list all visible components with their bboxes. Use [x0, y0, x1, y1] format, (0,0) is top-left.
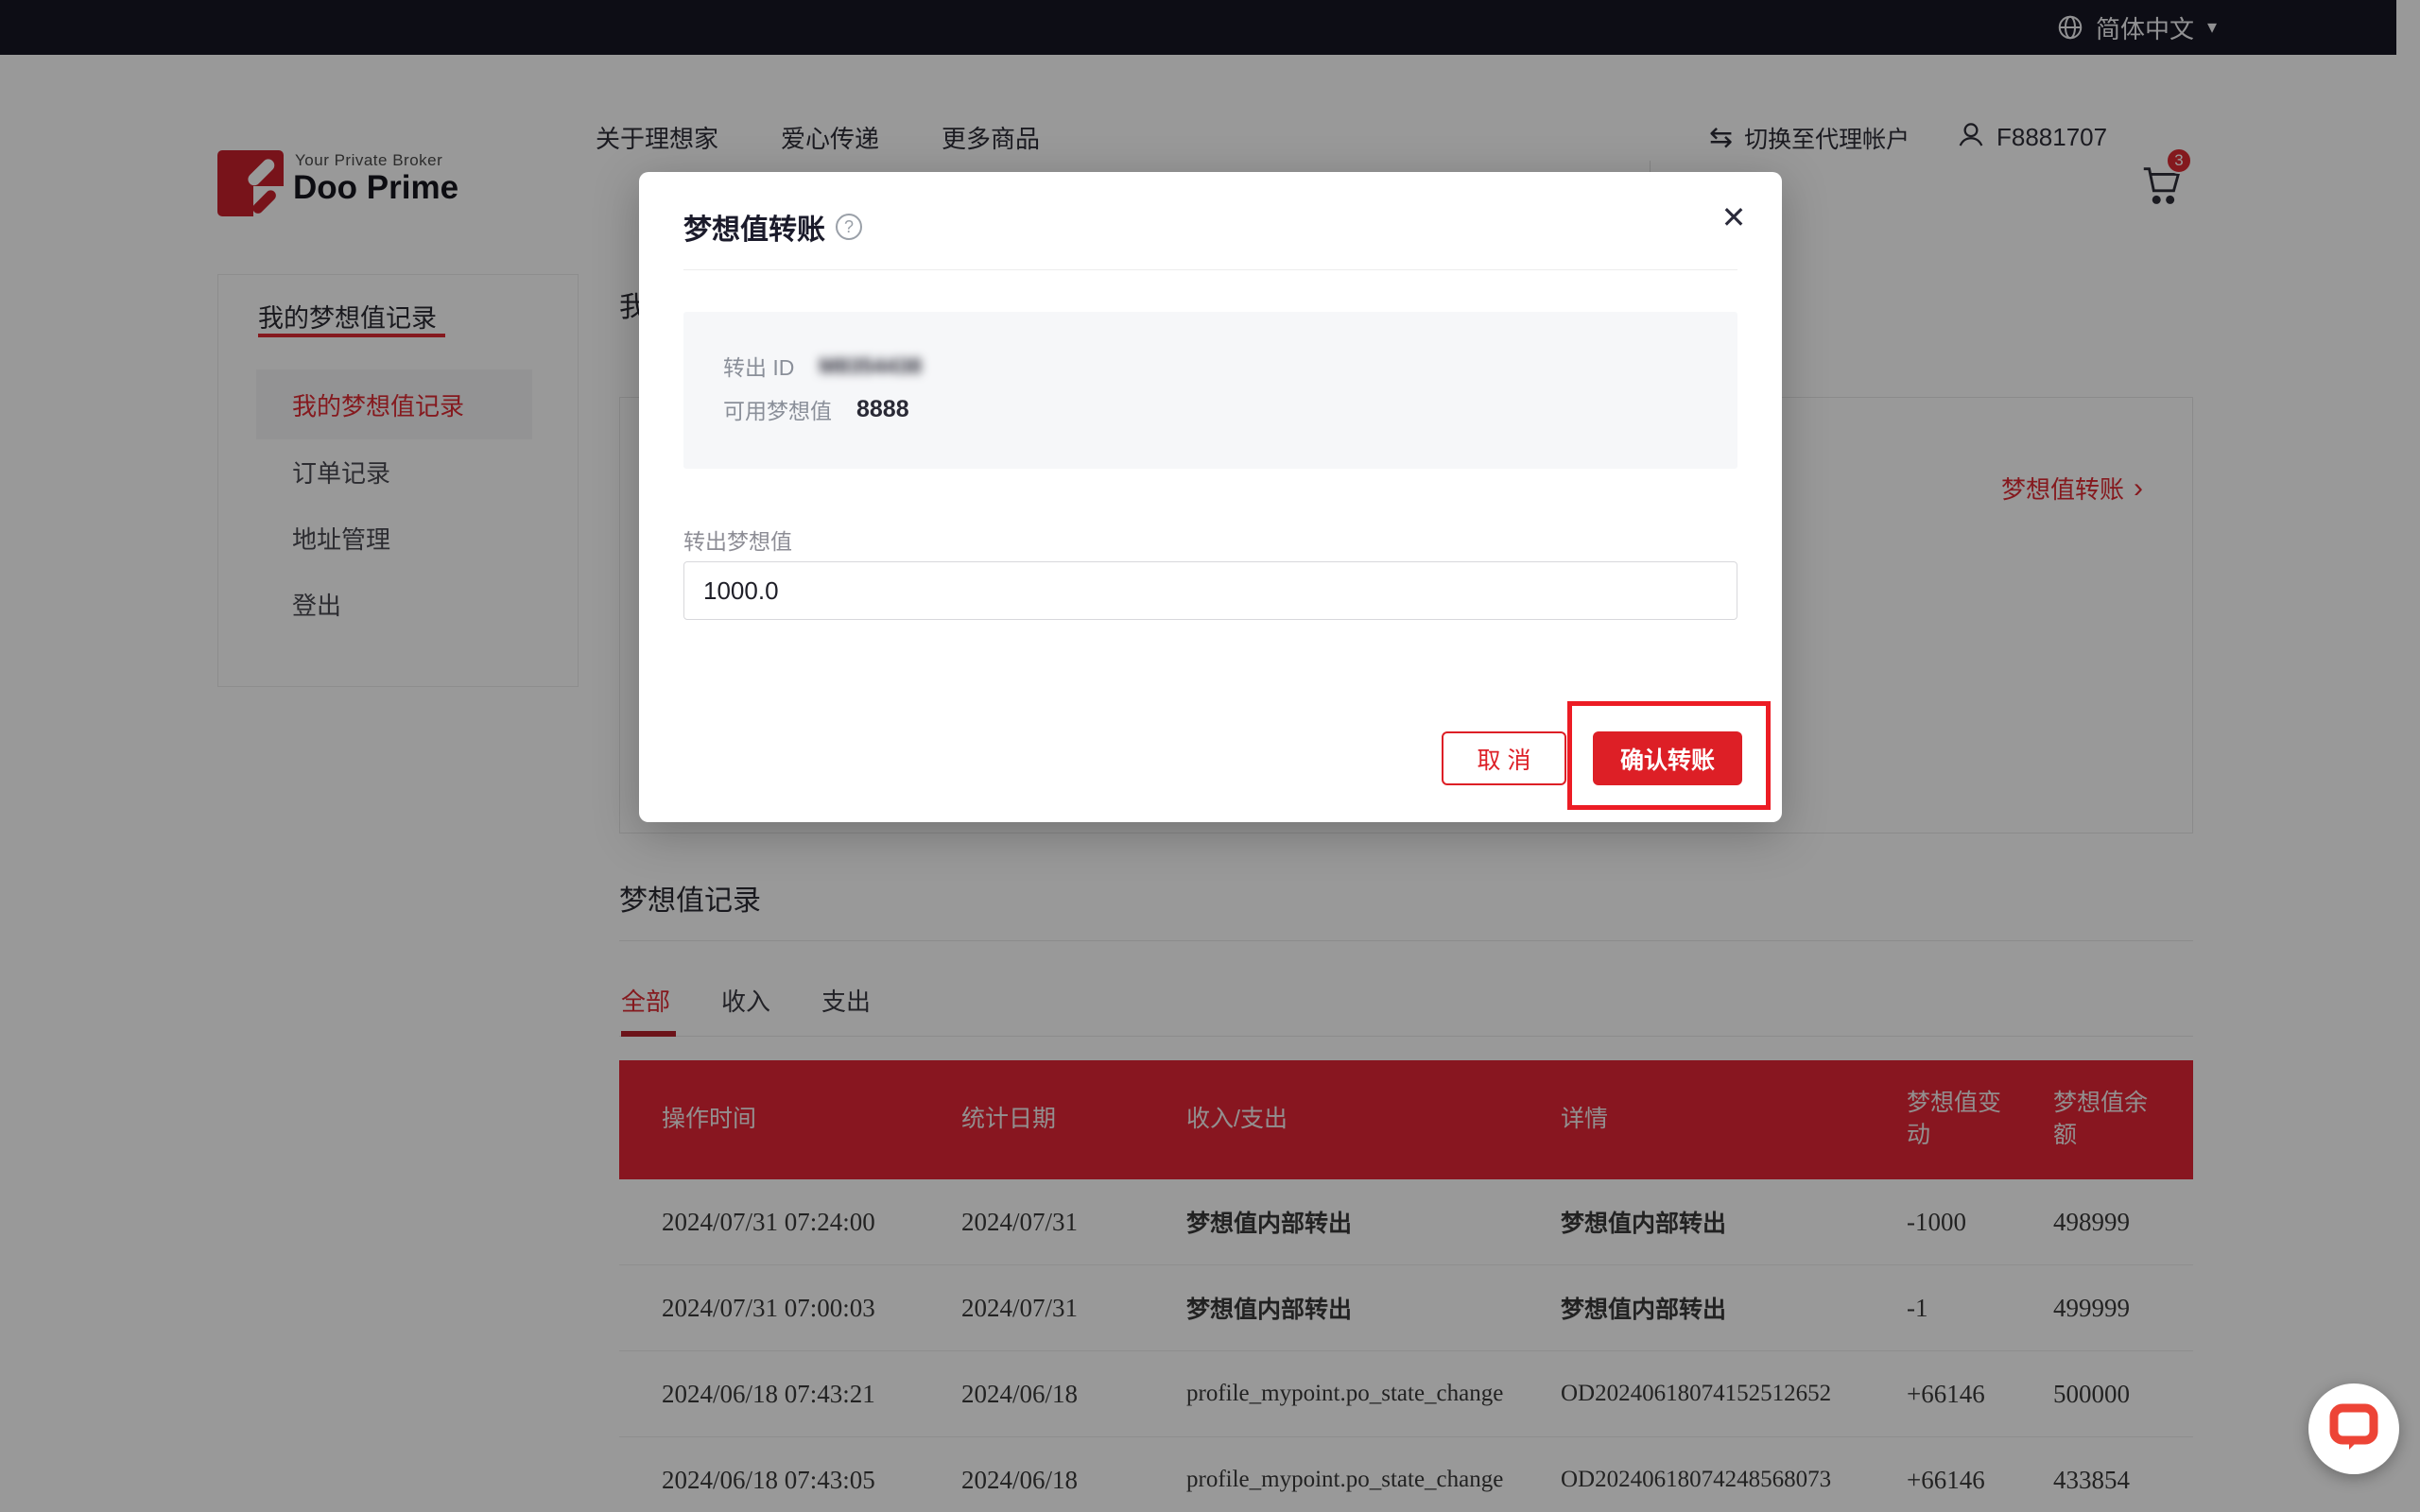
chat-button[interactable] — [2308, 1383, 2399, 1474]
transfer-id-row: 转出 ID M8354438 — [723, 344, 1737, 387]
transfer-id-label: 转出 ID — [723, 350, 794, 382]
cancel-button[interactable]: 取 消 — [1442, 731, 1566, 785]
modal-title: 梦想值转账 — [683, 206, 825, 248]
amount-label: 转出梦想值 — [683, 524, 792, 556]
available-value: 8888 — [856, 396, 909, 423]
transfer-info-panel: 转出 ID M8354438 可用梦想值 8888 — [683, 312, 1737, 469]
page-root: 简体中文 ▾ Your Private Broker Doo Prime 关于理… — [0, 0, 2420, 1512]
transfer-id-value-masked: M8354438 — [819, 353, 922, 379]
transfer-modal: 梦想值转账 ? ✕ 转出 ID M8354438 可用梦想值 8888 转出梦想… — [639, 172, 1782, 822]
close-icon[interactable]: ✕ — [1713, 197, 1754, 238]
confirm-transfer-button[interactable]: 确认转账 — [1593, 731, 1742, 785]
modal-divider — [683, 269, 1737, 270]
help-icon[interactable]: ? — [836, 214, 862, 240]
amount-input[interactable] — [683, 561, 1737, 620]
available-value-label: 可用梦想值 — [723, 393, 832, 425]
available-value-row: 可用梦想值 8888 — [723, 387, 1737, 431]
chat-bubble-icon — [2328, 1402, 2379, 1456]
